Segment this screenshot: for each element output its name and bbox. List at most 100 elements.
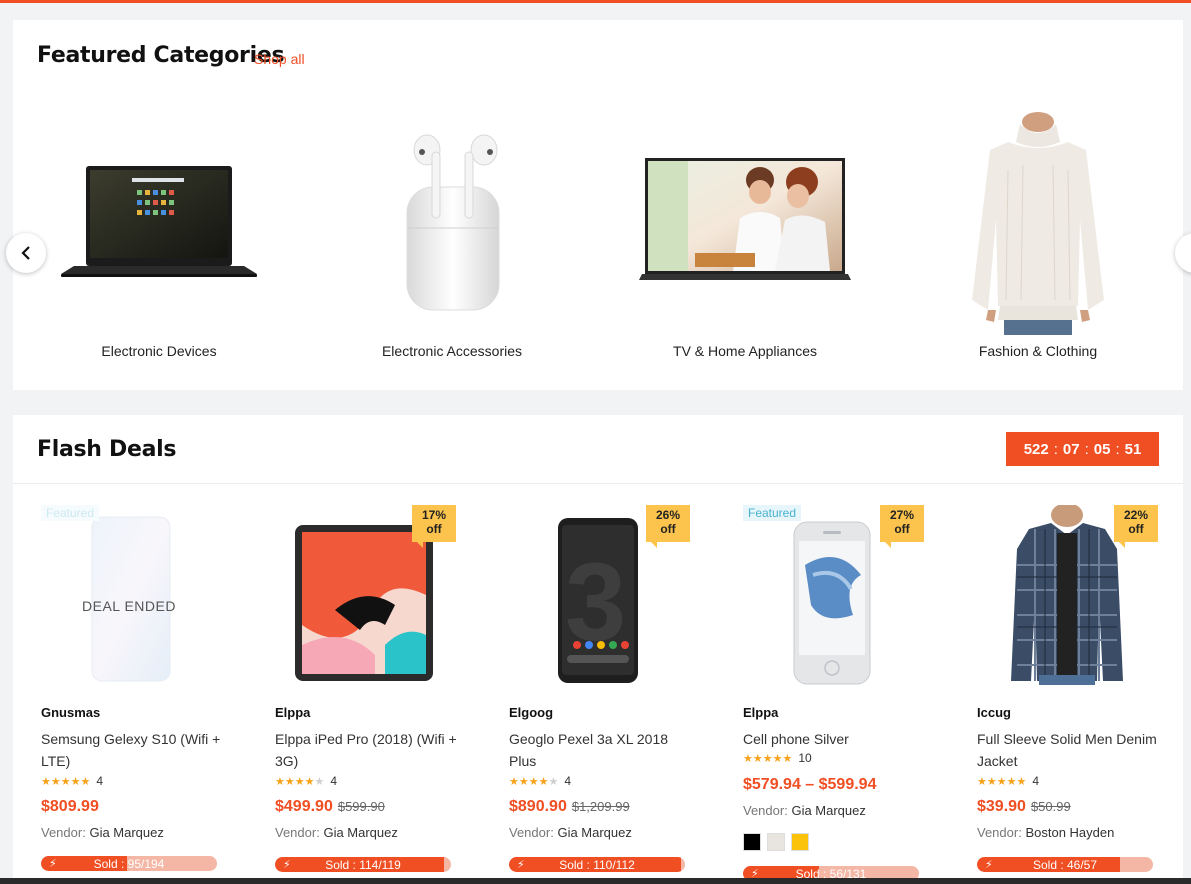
product-rating: ★★★★★ 4 <box>977 774 1039 788</box>
sold-count: Sold : 114/119 <box>325 858 401 872</box>
bottom-bar <box>0 878 1191 884</box>
product-price: $890.90 $1,209.99 <box>509 798 630 816</box>
vendor-info: Vendor: Gia Marquez <box>743 803 866 818</box>
discount-off: off <box>660 522 676 536</box>
vendor-info: Vendor: Gia Marquez <box>275 825 398 840</box>
category-label: TV & Home Appliances <box>673 343 817 359</box>
category-electronic-devices[interactable]: Electronic Devices <box>29 110 289 370</box>
product-title[interactable]: Cell phone Silver <box>743 728 928 750</box>
vendor-name[interactable]: Gia Marquez <box>89 825 163 840</box>
discount-badge: 27% off <box>880 505 924 548</box>
featured-badge: Featured <box>743 505 802 521</box>
featured-badge: Featured <box>41 505 100 521</box>
product-brand: Elppa <box>275 705 311 720</box>
color-swatch-black[interactable] <box>743 833 761 851</box>
color-swatches <box>743 833 809 851</box>
old-price: $1,209.99 <box>571 799 630 814</box>
product-price: $39.90 $50.99 <box>977 798 1071 816</box>
old-price: $50.99 <box>1030 799 1071 814</box>
flash-deals-section: Flash Deals 522 : 07 : 05 : 51 Featured … <box>13 415 1183 884</box>
product-brand: Elppa <box>743 705 779 720</box>
category-label: Fashion & Clothing <box>978 343 1098 359</box>
review-count: 4 <box>96 774 103 788</box>
product-card[interactable]: 17% off Elppa Elppa iPed Pro (2018) (Wifi… <box>275 500 495 884</box>
product-title[interactable]: Elppa iPed Pro (2018) (Wifi + 3G) <box>275 728 460 772</box>
discount-off: off <box>894 522 910 536</box>
vendor-name[interactable]: Gia Marquez <box>791 803 865 818</box>
product-card[interactable]: 3 26% off Elgoog Geoglo Pexel 3a XL 2018 … <box>509 500 729 884</box>
countdown-timer: 522 : 07 : 05 : 51 <box>1006 432 1159 466</box>
shop-all-link[interactable]: Shop all <box>254 51 305 67</box>
star-rating-icon: ★★★★★ <box>743 752 793 765</box>
current-price: $579.94 – $599.94 <box>743 776 877 793</box>
category-electronic-accessories[interactable]: Electronic Accessories <box>322 110 582 370</box>
vendor-info: Vendor: Gia Marquez <box>41 825 164 840</box>
countdown-minutes: 05 <box>1093 440 1111 458</box>
review-count: 4 <box>564 774 572 788</box>
discount-badge: 22% off <box>1114 505 1158 548</box>
sold-progress-bar: ⚡ Sold : 95/194 <box>41 856 217 871</box>
carousel-next-button[interactable] <box>1175 233 1191 273</box>
product-rating: ★★★★★ 4 <box>275 774 337 788</box>
featured-categories-section: Featured Categories Shop all Electronic … <box>6 20 1191 390</box>
sold-progress-bar: ⚡ Sold : 114/119 <box>275 857 451 872</box>
category-tv-home-appliances[interactable]: TV & Home Appliances <box>615 110 875 370</box>
discount-percent: 17% <box>421 508 447 522</box>
category-fashion-clothing[interactable]: Fashion & Clothing <box>908 110 1168 370</box>
discount-badge: 17% off <box>412 505 456 548</box>
product-card[interactable]: Featured 27% off Elppa Cell phone Silver … <box>743 500 963 884</box>
category-label: Electronic Accessories <box>381 343 523 359</box>
product-card[interactable]: 22% off Iccug Full Sleeve Solid Men Denim… <box>977 500 1191 884</box>
product-brand: Gnusmas <box>41 705 101 720</box>
countdown-separator: : <box>1053 440 1058 458</box>
sold-progress-bar: ⚡ Sold : 110/112 <box>509 857 685 872</box>
sold-count: Sold : 95/194 <box>93 857 165 871</box>
laptop-image <box>61 166 257 277</box>
product-rating: ★★★★★ 4 <box>41 774 103 788</box>
product-rating: ★★★★★ 10 <box>743 751 812 765</box>
discount-percent: 27% <box>889 508 915 522</box>
review-count: 4 <box>330 774 338 788</box>
current-price: $890.90 <box>509 798 567 815</box>
product-price: $809.99 <box>41 798 99 816</box>
featured-categories-title: Featured Categories <box>37 43 285 68</box>
product-card[interactable]: Featured DEAL ENDED Gnusmas Semsung Gele… <box>41 500 261 884</box>
vendor-info: Vendor: Gia Marquez <box>509 825 632 840</box>
samsung-phone-image <box>91 516 171 682</box>
star-rating-icon: ★★★★★ <box>275 775 325 788</box>
countdown-separator: : <box>1115 440 1120 458</box>
vendor-label: Vendor: <box>275 825 320 840</box>
color-swatch-silver[interactable] <box>767 833 785 851</box>
vendor-label: Vendor: <box>743 803 788 818</box>
sold-progress-bar: ⚡ Sold : 46/57 <box>977 857 1153 872</box>
vendor-name[interactable]: Gia Marquez <box>323 825 397 840</box>
airpods-image <box>406 134 500 311</box>
deal-ended-label: DEAL ENDED <box>82 598 176 614</box>
countdown-days: 522 <box>1023 440 1049 458</box>
product-title[interactable]: Full Sleeve Solid Men Denim Jacket <box>977 728 1162 772</box>
color-swatch-gold[interactable] <box>791 833 809 851</box>
review-count: 10 <box>798 751 812 765</box>
countdown-seconds: 51 <box>1124 440 1142 458</box>
vendor-name[interactable]: Boston Hayden <box>1025 825 1114 840</box>
sold-count: Sold : 46/57 <box>1032 858 1098 872</box>
tv-image <box>639 158 851 280</box>
vendor-label: Vendor: <box>509 825 554 840</box>
vendor-name[interactable]: Gia Marquez <box>557 825 631 840</box>
vendor-label: Vendor: <box>977 825 1022 840</box>
product-title[interactable]: Semsung Gelexy S10 (Wifi + LTE) <box>41 728 226 772</box>
vendor-label: Vendor: <box>41 825 86 840</box>
star-rating-icon: ★★★★★ <box>41 775 91 788</box>
product-title[interactable]: Geoglo Pexel 3a XL 2018 Plus <box>509 728 694 772</box>
flash-deals-title: Flash Deals <box>37 437 177 462</box>
star-rating-icon: ★★★★★ <box>977 775 1027 788</box>
review-count: 4 <box>1032 774 1039 788</box>
star-rating-icon: ★★★★★ <box>509 775 559 788</box>
category-label: Electronic Devices <box>101 343 217 359</box>
current-price: $499.90 <box>275 798 333 815</box>
product-brand: Iccug <box>977 705 1011 720</box>
product-brand: Elgoog <box>509 705 554 720</box>
product-rating: ★★★★★ 4 <box>509 774 571 788</box>
product-price: $499.90 $599.90 <box>275 798 385 816</box>
old-price: $599.90 <box>337 799 385 814</box>
